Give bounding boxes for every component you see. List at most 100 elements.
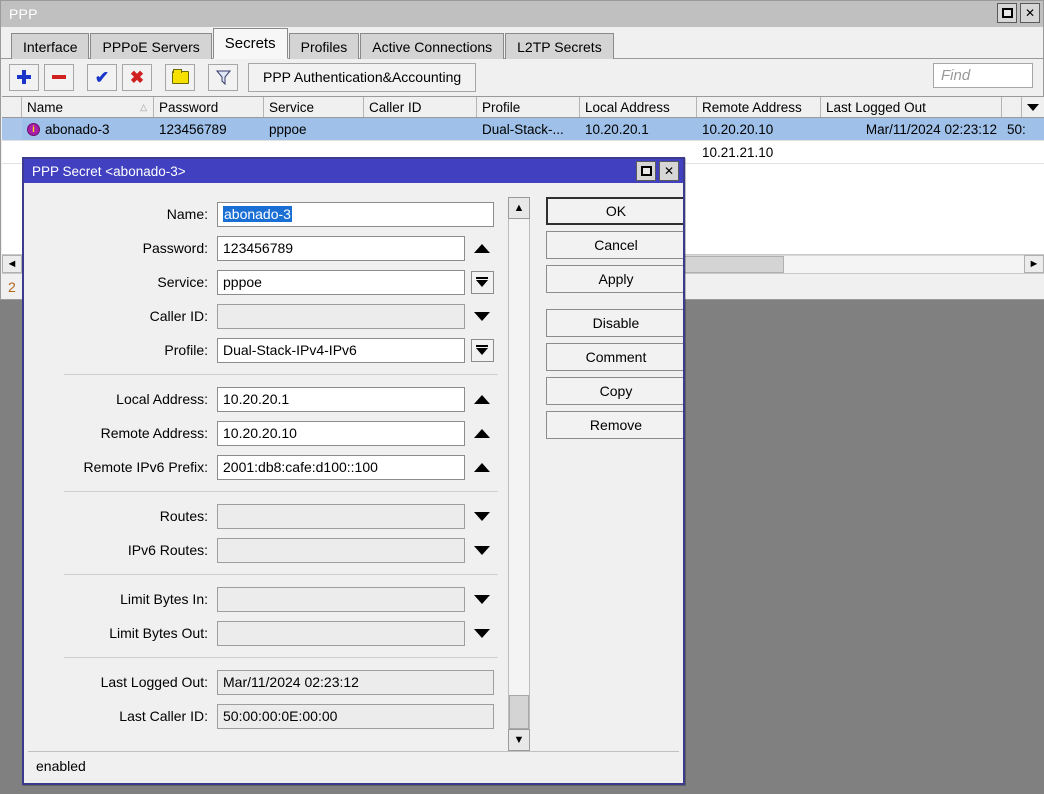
comment-button[interactable]: Comment: [546, 343, 683, 371]
dialog-vertical-scrollbar[interactable]: ▲ ▼: [504, 193, 534, 751]
ipv6-routes-input[interactable]: [217, 538, 465, 563]
dialog-body: Name: abonado-3 Password: 123456789 Serv…: [24, 183, 683, 751]
limit-bytes-in-input[interactable]: [217, 587, 465, 612]
scroll-up-icon[interactable]: ▲: [508, 197, 530, 219]
column-header-remote-address[interactable]: Remote Address: [697, 97, 821, 117]
window-title: PPP: [9, 6, 38, 22]
field-remote-address: Remote Address: 10.20.20.10: [32, 416, 504, 450]
remove-button[interactable]: Remove: [546, 411, 683, 439]
column-header-caller-id[interactable]: Caller ID: [364, 97, 477, 117]
toolbar: ✔ ✖ PPP Authentication&Accounting Find: [1, 59, 1043, 95]
password-input[interactable]: 123456789: [217, 236, 465, 261]
label-last-caller-id: Last Caller ID:: [32, 708, 217, 724]
field-password: Password: 123456789: [32, 231, 504, 265]
label-last-logged-out: Last Logged Out:: [32, 674, 217, 690]
cancel-button[interactable]: Cancel: [546, 231, 683, 259]
cell-last-caller-id: [1002, 141, 1044, 163]
row-gutter: [2, 141, 22, 163]
find-input[interactable]: Find: [933, 63, 1033, 88]
vscroll-track[interactable]: [508, 219, 530, 729]
scroll-left-icon[interactable]: ◄: [2, 255, 22, 273]
cell-local-address: 10.20.20.1: [580, 118, 697, 140]
plus-icon[interactable]: [9, 64, 39, 91]
ppp-authentication-accounting-button[interactable]: PPP Authentication&Accounting: [248, 63, 476, 92]
tab-active-connections[interactable]: Active Connections: [360, 33, 504, 59]
cell-profile: Dual-Stack-...: [477, 118, 580, 140]
field-routes: Routes:: [32, 499, 504, 533]
profile-input[interactable]: Dual-Stack-IPv4-IPv6: [217, 338, 465, 363]
service-dropdown-icon[interactable]: [465, 268, 499, 296]
remote-address-expand-icon[interactable]: [465, 419, 499, 447]
column-header-last-logged-out[interactable]: Last Logged Out: [821, 97, 1002, 117]
field-caller-id: Caller ID:: [32, 299, 504, 333]
field-last-caller-id: Last Caller ID: 50:00:00:0E:00:00: [32, 699, 504, 733]
limit-bytes-out-dropdown-icon[interactable]: [465, 619, 499, 647]
remote-address-input[interactable]: 10.20.20.10: [217, 421, 465, 446]
row-gutter: [2, 118, 22, 140]
ppp-titlebar: PPP ✕: [1, 1, 1043, 27]
table-row[interactable]: i abonado-3 123456789 pppoe Dual-Stack-.…: [2, 118, 1044, 141]
dialog-form: Name: abonado-3 Password: 123456789 Serv…: [32, 193, 504, 751]
caller-id-dropdown-icon[interactable]: [465, 302, 499, 330]
routes-input[interactable]: [217, 504, 465, 529]
disable-button[interactable]: Disable: [546, 309, 683, 337]
field-service: Service: pppoe: [32, 265, 504, 299]
divider: [64, 491, 498, 492]
ipv6-routes-dropdown-icon[interactable]: [465, 536, 499, 564]
apply-button[interactable]: Apply: [546, 265, 683, 293]
scroll-right-icon[interactable]: ►: [1024, 255, 1044, 273]
cross-icon[interactable]: ✖: [122, 64, 152, 91]
password-expand-icon[interactable]: [465, 234, 499, 262]
dialog-title: PPP Secret <abonado-3>: [32, 164, 186, 179]
ppp-secret-dialog: PPP Secret <abonado-3> ✕ Name: abonado-3…: [22, 157, 685, 785]
minus-icon[interactable]: [44, 64, 74, 91]
column-header-name[interactable]: Name △: [22, 97, 154, 117]
column-header-service[interactable]: Service: [264, 97, 364, 117]
cell-last-logged-out: [821, 141, 1002, 163]
local-address-expand-icon[interactable]: [465, 385, 499, 413]
tab-profiles[interactable]: Profiles: [289, 33, 360, 59]
service-input[interactable]: pppoe: [217, 270, 465, 295]
tab-secrets[interactable]: Secrets: [213, 28, 288, 59]
column-header-local-address[interactable]: Local Address: [580, 97, 697, 117]
caller-id-input[interactable]: [217, 304, 465, 329]
ok-button[interactable]: OK: [546, 197, 683, 225]
dialog-status-bar: enabled: [28, 751, 679, 779]
local-address-input[interactable]: 10.20.20.1: [217, 387, 465, 412]
maximize-icon[interactable]: [997, 3, 1017, 23]
profile-dropdown-icon[interactable]: [465, 336, 499, 364]
cell-password: 123456789: [154, 118, 264, 140]
routes-dropdown-icon[interactable]: [465, 502, 499, 530]
tab-l2tp-secrets[interactable]: L2TP Secrets: [505, 33, 614, 59]
scroll-down-icon[interactable]: ▼: [508, 729, 530, 751]
limit-bytes-in-dropdown-icon[interactable]: [465, 585, 499, 613]
vscroll-thumb[interactable]: [509, 695, 529, 729]
column-header-last-caller-id[interactable]: [1002, 97, 1022, 117]
name-value: abonado-3: [223, 206, 292, 222]
field-name: Name: abonado-3: [32, 197, 504, 231]
funnel-icon[interactable]: [208, 64, 238, 91]
label-local-address: Local Address:: [32, 391, 217, 407]
field-limit-bytes-out: Limit Bytes Out:: [32, 616, 504, 650]
tab-interface[interactable]: Interface: [11, 33, 89, 59]
maximize-icon[interactable]: [636, 161, 656, 181]
cell-last-caller-id: 50:: [1002, 118, 1044, 140]
folder-icon[interactable]: [165, 64, 195, 91]
copy-button[interactable]: Copy: [546, 377, 683, 405]
last-logged-out-value: Mar/11/2024 02:23:12: [217, 670, 494, 695]
close-icon[interactable]: ✕: [1020, 3, 1040, 23]
column-header-password[interactable]: Password: [154, 97, 264, 117]
field-limit-bytes-in: Limit Bytes In:: [32, 582, 504, 616]
limit-bytes-out-input[interactable]: [217, 621, 465, 646]
find-placeholder: Find: [941, 67, 970, 84]
close-icon[interactable]: ✕: [659, 161, 679, 181]
column-menu-icon[interactable]: [1022, 97, 1044, 117]
tab-pppoe-servers[interactable]: PPPoE Servers: [90, 33, 211, 59]
name-input[interactable]: abonado-3: [217, 202, 494, 227]
label-ipv6-routes: IPv6 Routes:: [32, 542, 217, 558]
check-icon[interactable]: ✔: [87, 64, 117, 91]
remote-ipv6-prefix-input[interactable]: 2001:db8:cafe:d100::100: [217, 455, 465, 480]
remote-ipv6-prefix-expand-icon[interactable]: [465, 453, 499, 481]
divider: [64, 374, 498, 375]
column-header-profile[interactable]: Profile: [477, 97, 580, 117]
